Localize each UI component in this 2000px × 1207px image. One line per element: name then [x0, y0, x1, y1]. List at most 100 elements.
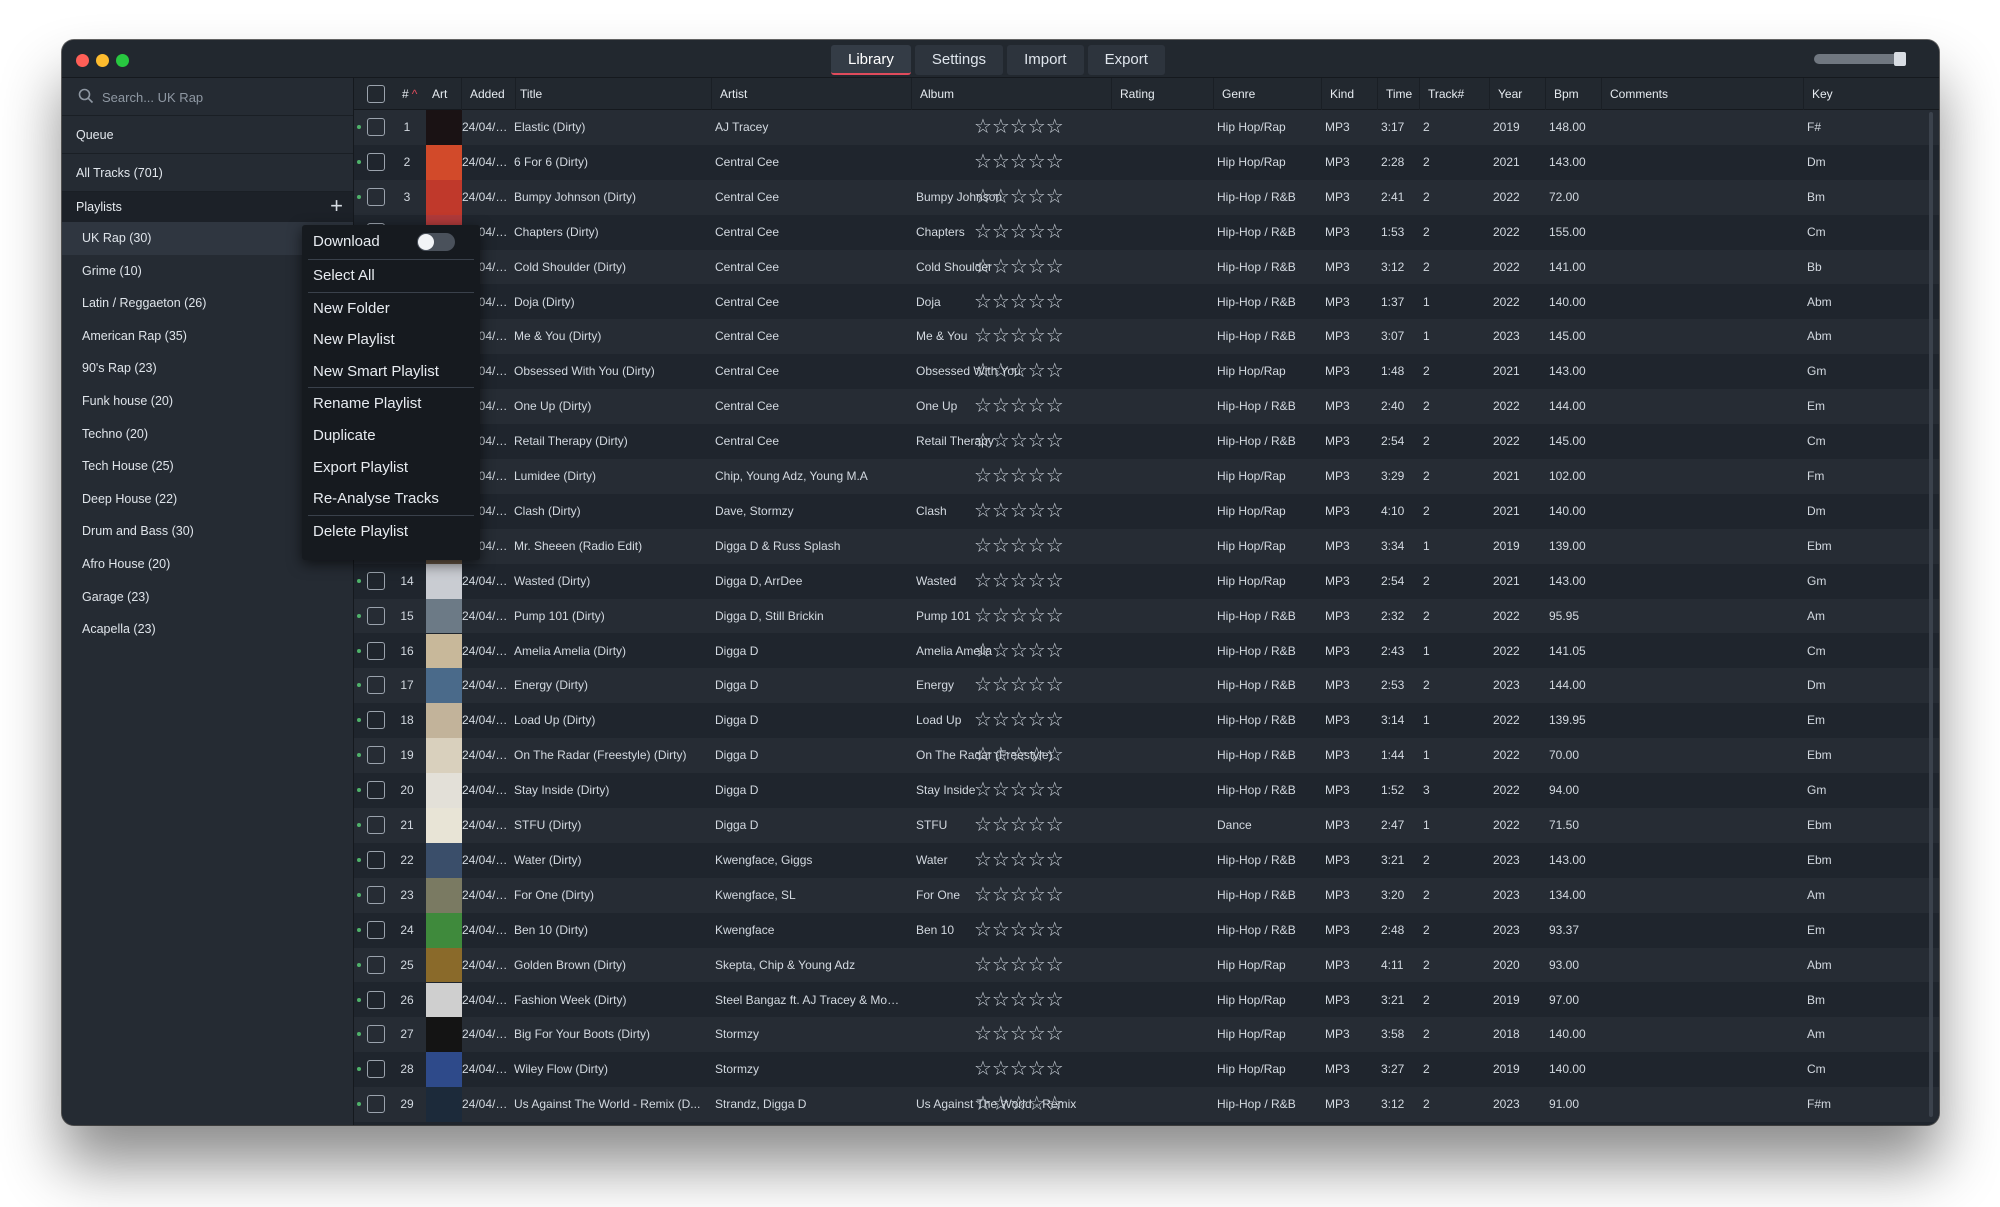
table-row[interactable]: 1024/04/2...Retail Therapy (Dirty)Centra… [354, 424, 1939, 459]
column-header-key[interactable]: Key [1804, 78, 1928, 110]
star-rating[interactable]: ☆☆☆☆☆ [974, 1017, 1064, 1052]
star-rating[interactable]: ☆☆☆☆☆ [974, 389, 1064, 424]
maximize-window-button[interactable] [116, 54, 129, 67]
row-checkbox[interactable] [367, 1060, 385, 1079]
menu-item-new-smart-playlist[interactable]: New Smart Playlist [302, 356, 480, 388]
star-rating[interactable]: ☆☆☆☆☆ [974, 878, 1064, 913]
star-rating[interactable]: ☆☆☆☆☆ [974, 948, 1064, 983]
row-checkbox[interactable] [367, 990, 385, 1009]
column-header-kind[interactable]: Kind [1322, 78, 1378, 110]
star-rating[interactable]: ☆☆☆☆☆ [974, 773, 1064, 808]
star-rating[interactable]: ☆☆☆☆☆ [974, 459, 1064, 494]
column-header-album[interactable]: Album [912, 78, 1112, 110]
table-row[interactable]: 724/04/2...Me & You (Dirty)Central CeeMe… [354, 319, 1939, 355]
column-header-comments[interactable]: Comments [1602, 78, 1804, 110]
star-rating[interactable]: ☆☆☆☆☆ [974, 319, 1064, 354]
row-checkbox[interactable] [367, 816, 385, 834]
table-row[interactable]: 15 24/04/2... Pump 101 (Dirty) Digga D, Sti… [354, 598, 1939, 634]
table-row[interactable]: 17 24/04/2... Energy (Dirty) Digga D Energy H… [354, 668, 1939, 704]
column-header-time[interactable]: Time [1378, 78, 1420, 110]
star-rating[interactable]: ☆☆☆☆☆ [974, 180, 1064, 215]
table-row[interactable]: 22 24/04/2... Water (Dirty) Kwengface, Gigg… [354, 842, 1939, 878]
star-rating[interactable]: ☆☆☆☆☆ [974, 808, 1064, 843]
table-row[interactable]: 924/04/2...One Up (Dirty)Central CeeOne … [354, 389, 1939, 425]
star-rating[interactable]: ☆☆☆☆☆ [974, 564, 1064, 599]
row-checkbox[interactable] [367, 920, 385, 939]
download-toggle[interactable] [417, 233, 455, 251]
menu-item-duplicate[interactable]: Duplicate [302, 420, 480, 452]
star-rating[interactable]: ☆☆☆☆☆ [974, 913, 1064, 948]
star-rating[interactable]: ☆☆☆☆☆ [974, 599, 1064, 634]
menu-item-new-playlist[interactable]: New Playlist [302, 324, 480, 356]
star-rating[interactable]: ☆☆☆☆☆ [974, 529, 1064, 564]
menu-item-re-analyse-tracks[interactable]: Re-Analyse Tracks [302, 483, 480, 515]
tab-export[interactable]: Export [1087, 45, 1165, 75]
volume-knob[interactable] [1894, 52, 1906, 66]
menu-item-select-all[interactable]: Select All [302, 260, 480, 292]
menu-item-delete-playlist[interactable]: Delete Playlist [302, 516, 480, 548]
table-row[interactable]: 1 24/04/2... Elastic (Dirty) AJ Tracey Hip H… [354, 110, 1939, 145]
column-header-art[interactable]: Art [424, 78, 462, 110]
column-header-genre[interactable]: Genre [1214, 78, 1322, 110]
table-row[interactable]: 524/04/2...Cold Shoulder (Dirty)Central … [354, 249, 1939, 285]
table-row[interactable]: 824/04/2...Obsessed With You (Dirty)Cent… [354, 354, 1939, 390]
plus-icon[interactable]: + [330, 192, 343, 220]
star-rating[interactable]: ☆☆☆☆☆ [974, 703, 1064, 738]
sidebar-playlist-item[interactable]: Garage (23) [62, 581, 353, 614]
star-rating[interactable]: ☆☆☆☆☆ [974, 1052, 1064, 1087]
table-row[interactable]: 3 24/04/2... Bumpy Johnson (Dirty) Central … [354, 179, 1939, 215]
sidebar-item-queue[interactable]: Queue [62, 116, 353, 154]
table-row[interactable]: 424/04/2...Chapters (Dirty)Central CeeCh… [354, 214, 1939, 250]
star-rating[interactable]: ☆☆☆☆☆ [974, 285, 1064, 320]
search-input[interactable] [102, 86, 342, 108]
star-rating[interactable]: ☆☆☆☆☆ [974, 634, 1064, 669]
row-checkbox[interactable] [367, 571, 385, 590]
menu-item-new-folder[interactable]: New Folder [302, 293, 480, 325]
table-row[interactable]: 19 24/04/2... On The Radar (Freestyle) (Di… [354, 738, 1939, 774]
table-row[interactable]: 25 24/04/2... Golden Brown (Dirty) Skepta, … [354, 947, 1939, 983]
column-header-bpm[interactable]: Bpm [1546, 78, 1602, 110]
table-row[interactable]: 1124/04/2...Lumidee (Dirty)Chip, Young A… [354, 459, 1939, 494]
menu-item-download[interactable]: Download [302, 225, 480, 259]
table-row[interactable]: 23 24/04/2... For One (Dirty) Kwengface, SL… [354, 877, 1939, 913]
table-row[interactable]: 14 24/04/2... Wasted (Dirty) Digga D, ArrDe… [354, 563, 1939, 599]
volume-slider[interactable] [1814, 52, 1906, 66]
star-rating[interactable]: ☆☆☆☆☆ [974, 668, 1064, 703]
vertical-scrollbar[interactable] [1929, 112, 1933, 1117]
table-row[interactable]: 28 24/04/2... Wiley Flow (Dirty) Stormzy Hip… [354, 1052, 1939, 1088]
tab-library[interactable]: Library [831, 45, 911, 75]
table-row[interactable]: 16 24/04/2... Amelia Amelia (Dirty) Digga D… [354, 633, 1939, 669]
star-rating[interactable]: ☆☆☆☆☆ [974, 354, 1064, 389]
star-rating[interactable]: ☆☆☆☆☆ [974, 983, 1064, 1018]
star-rating[interactable]: ☆☆☆☆☆ [974, 215, 1064, 250]
select-all-checkbox[interactable] [367, 85, 385, 103]
row-checkbox[interactable] [367, 885, 385, 904]
table-row[interactable]: 1224/04/2...Clash (Dirty)Dave, StormzyCl… [354, 493, 1939, 529]
star-rating[interactable]: ☆☆☆☆☆ [974, 738, 1064, 773]
tab-import[interactable]: Import [1007, 45, 1084, 75]
row-checkbox[interactable] [367, 781, 385, 800]
row-checkbox[interactable] [367, 606, 385, 625]
sidebar-item-all-tracks[interactable]: All Tracks (701) [62, 154, 353, 192]
table-row[interactable]: 29 24/04/2... Us Against The World - Remix… [354, 1087, 1939, 1123]
minimize-window-button[interactable] [96, 54, 109, 67]
star-rating[interactable]: ☆☆☆☆☆ [974, 145, 1064, 180]
row-checkbox[interactable] [367, 187, 385, 206]
table-row[interactable]: 27 24/04/2... Big For Your Boots (Dirty) St… [354, 1017, 1939, 1053]
row-checkbox[interactable] [367, 118, 385, 136]
star-rating[interactable]: ☆☆☆☆☆ [974, 1087, 1064, 1122]
close-window-button[interactable] [76, 54, 89, 67]
star-rating[interactable]: ☆☆☆☆☆ [974, 250, 1064, 285]
row-checkbox[interactable] [367, 850, 385, 869]
column-header-year[interactable]: Year [1490, 78, 1546, 110]
tab-settings[interactable]: Settings [914, 45, 1004, 75]
menu-item-rename-playlist[interactable]: Rename Playlist [302, 388, 480, 420]
table-row[interactable]: 20 24/04/2... Stay Inside (Dirty) Digga D St… [354, 773, 1939, 808]
row-checkbox[interactable] [367, 1095, 385, 1114]
column-header-added[interactable]: Added [462, 78, 516, 110]
star-rating[interactable]: ☆☆☆☆☆ [974, 110, 1064, 145]
row-checkbox[interactable] [367, 641, 385, 660]
row-checkbox[interactable] [367, 746, 385, 765]
table-row[interactable]: 18 24/04/2... Load Up (Dirty) Digga D Load U… [354, 703, 1939, 739]
row-checkbox[interactable] [367, 1025, 385, 1044]
